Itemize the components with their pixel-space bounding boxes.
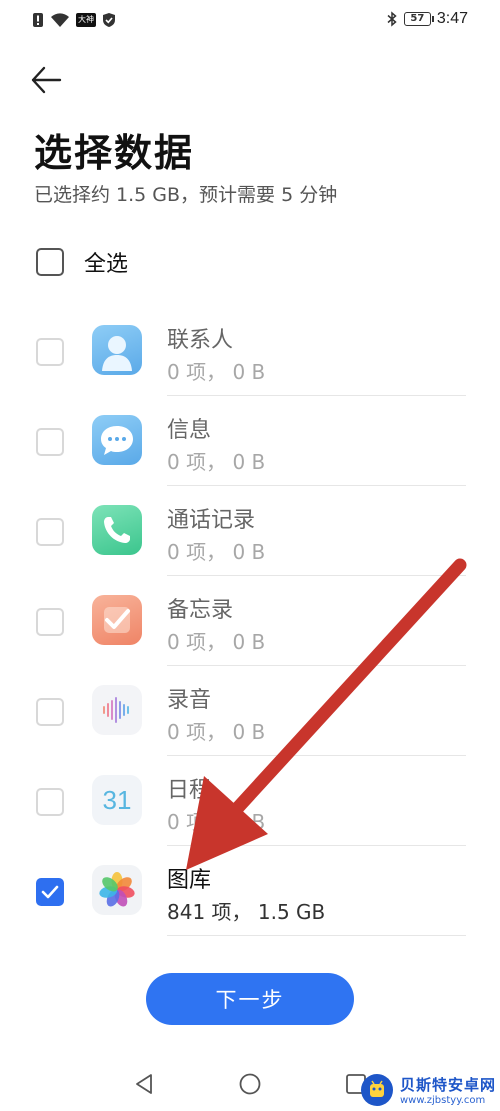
item-name: 通话记录 bbox=[167, 508, 256, 533]
status-left: 大神 bbox=[32, 12, 116, 28]
item-name: 录音 bbox=[167, 688, 212, 713]
item-name: 信息 bbox=[167, 418, 212, 443]
data-type-list: 联系人 0 项， 0 B 信息 0 项， 0 B 通话记录 0 项， 0 B 备… bbox=[0, 306, 500, 936]
nav-back-icon[interactable] bbox=[132, 1072, 156, 1096]
alert-icon bbox=[33, 13, 43, 27]
gallery-icon bbox=[92, 865, 142, 915]
checkbox[interactable] bbox=[36, 608, 64, 636]
check-icon bbox=[41, 885, 59, 899]
item-meta: 0 项， 0 B bbox=[167, 360, 266, 384]
select-all-label: 全选 bbox=[84, 252, 129, 277]
page-subtitle: 已选择约 1.5 GB，预计需要 5 分钟 bbox=[34, 184, 338, 206]
phone-icon bbox=[92, 505, 142, 555]
item-name: 日程 bbox=[167, 778, 212, 803]
list-item-call-log[interactable]: 通话记录 0 项， 0 B bbox=[0, 486, 500, 576]
item-meta: 0 项， 0 B bbox=[167, 450, 266, 474]
item-name: 图库 bbox=[167, 868, 212, 893]
item-meta: 0 项， 0 B bbox=[167, 810, 266, 834]
select-all-box[interactable] bbox=[36, 248, 64, 276]
list-item-calendar[interactable]: 31 日程 0 项， 0 B bbox=[0, 756, 500, 846]
item-meta: 0 项， 0 B bbox=[167, 540, 266, 564]
status-right: 57 3:47 bbox=[386, 10, 468, 28]
list-item-contacts[interactable]: 联系人 0 项， 0 B bbox=[0, 306, 500, 396]
calendar-icon: 31 bbox=[92, 775, 142, 825]
bluetooth-icon bbox=[387, 11, 397, 27]
item-name: 备忘录 bbox=[167, 598, 234, 623]
select-all-checkbox[interactable]: 全选 bbox=[36, 246, 128, 278]
nav-home-icon[interactable] bbox=[238, 1072, 262, 1096]
watermark: 贝斯特安卓网 www.zjbstyy.com bbox=[360, 1073, 496, 1107]
arrow-left-icon bbox=[31, 66, 62, 94]
watermark-title: 贝斯特安卓网 bbox=[399, 1076, 496, 1094]
checkbox[interactable] bbox=[36, 788, 64, 816]
checkbox[interactable] bbox=[36, 338, 64, 366]
list-item-messages[interactable]: 信息 0 项， 0 B bbox=[0, 396, 500, 486]
notes-icon bbox=[92, 595, 142, 645]
checkbox[interactable] bbox=[36, 698, 64, 726]
battery-icon: 57 bbox=[403, 12, 434, 26]
item-name: 联系人 bbox=[167, 328, 234, 353]
status-bar: 大神 57 3:47 bbox=[0, 0, 500, 42]
contacts-icon bbox=[92, 325, 142, 375]
page-title: 选择数据 bbox=[34, 131, 195, 175]
list-item-recorder[interactable]: 录音 0 项， 0 B bbox=[0, 666, 500, 756]
item-meta: 841 项， 1.5 GB bbox=[167, 900, 326, 924]
item-meta: 0 项， 0 B bbox=[167, 720, 266, 744]
watermark-url: www.zjbstyy.com bbox=[399, 1095, 486, 1106]
checkbox[interactable] bbox=[36, 518, 64, 546]
recorder-icon bbox=[92, 685, 142, 735]
watermark-logo-icon bbox=[360, 1074, 393, 1106]
next-step-button[interactable]: 下一步 bbox=[146, 973, 354, 1025]
wifi-icon bbox=[51, 13, 69, 27]
checkbox-checked[interactable] bbox=[36, 878, 64, 906]
shield-icon bbox=[103, 13, 115, 27]
list-item-gallery[interactable]: 图库 841 项， 1.5 GB bbox=[0, 846, 500, 936]
status-time: 3:47 bbox=[436, 10, 468, 27]
item-meta: 0 项， 0 B bbox=[167, 630, 266, 654]
list-item-notes[interactable]: 备忘录 0 项， 0 B bbox=[0, 576, 500, 666]
messages-icon bbox=[92, 415, 142, 465]
checkbox[interactable] bbox=[36, 428, 64, 456]
back-button[interactable] bbox=[30, 62, 70, 98]
app-badge-icon: 大神 bbox=[76, 13, 96, 27]
divider bbox=[167, 935, 466, 936]
